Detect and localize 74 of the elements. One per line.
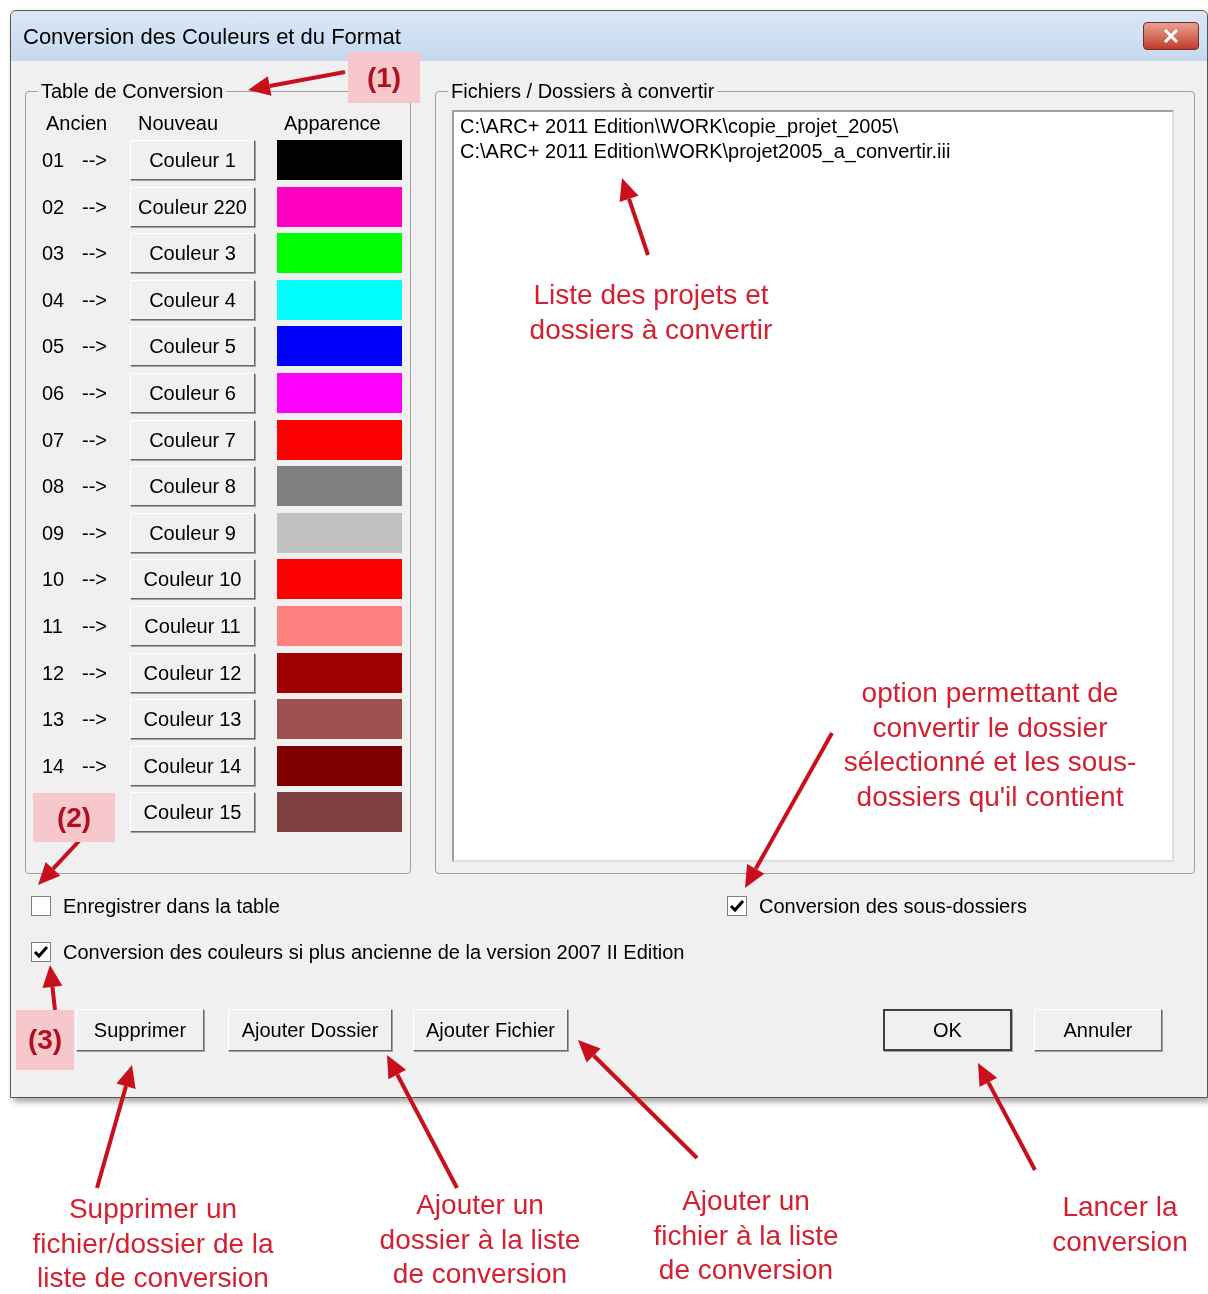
window-title: Conversion des Couleurs et du Format: [23, 22, 401, 51]
annotation-text: Supprimer un fichier/dossier de la liste de conversion: [32, 1192, 274, 1294]
index-label: 08: [42, 474, 66, 500]
arrow-label: -->: [82, 613, 108, 639]
color-button[interactable]: Couleur 6: [130, 372, 255, 413]
annotation-text: option permettant de convertir le dossier sélectionné et les sous- dossiers qu'il contient: [843, 676, 1137, 814]
index-label: 06: [42, 380, 66, 406]
color-button[interactable]: Couleur 5: [130, 326, 255, 367]
callout-number: (3): [16, 1010, 74, 1070]
group-title: Fichiers / Dossiers à convertir: [450, 79, 716, 104]
color-button[interactable]: Couleur 9: [130, 512, 255, 553]
dialog-button[interactable]: Ajouter Fichier: [413, 1009, 568, 1051]
callout-number: (1): [348, 52, 420, 103]
index-label: 03: [42, 241, 66, 267]
dialog-button[interactable]: Supprimer: [76, 1009, 204, 1051]
column-header: Apparence: [283, 111, 382, 136]
color-button[interactable]: Couleur 1: [130, 140, 255, 180]
group-title: Table de Conversion: [40, 79, 225, 104]
arrow-label: -->: [82, 474, 108, 500]
index-label: 07: [42, 427, 66, 453]
file-path: C:\ARC+ 2011 Edition\WORK\projet2005_a_convertir.iii: [460, 139, 952, 164]
arrow-label: -->: [82, 148, 108, 173]
index-label: 12: [42, 660, 66, 686]
arrow-label: -->: [82, 707, 108, 733]
close-icon: [1162, 29, 1180, 43]
color-button[interactable]: Couleur 11: [130, 605, 255, 646]
color-button[interactable]: Couleur 10: [130, 559, 255, 600]
index-label: 05: [42, 334, 66, 360]
arrow-label: -->: [82, 520, 108, 546]
color-button[interactable]: Couleur 13: [130, 699, 255, 740]
checkbox-label: Conversion des sous-dossiers: [759, 894, 1027, 919]
annotation-text: Ajouter un dossier à la liste de conversion: [379, 1188, 581, 1291]
color-button[interactable]: Couleur 15: [130, 792, 255, 833]
checkbox-label: Conversion des couleurs si plus ancienne de la version 2007 II Edition: [63, 940, 685, 965]
annotation-arrow: [42, 965, 63, 1011]
color-button[interactable]: Couleur 14: [130, 745, 255, 786]
arrow-label: -->: [82, 427, 108, 453]
annotation-text: Liste des projets et dossiers à convertir: [529, 278, 773, 347]
index-label: 02: [42, 194, 66, 220]
index-label: 14: [42, 753, 66, 779]
arrow-label: -->: [82, 660, 108, 686]
close-button[interactable]: [1143, 22, 1199, 50]
arrow-label: -->: [82, 567, 108, 593]
color-button[interactable]: Couleur 8: [130, 466, 255, 507]
color-button[interactable]: Couleur 3: [130, 233, 255, 274]
index-label: 11: [42, 613, 64, 639]
checkbox[interactable]: [31, 942, 51, 962]
annotation-text: Lancer la conversion: [1052, 1190, 1188, 1259]
column-header: Nouveau: [138, 111, 220, 136]
arrow-label: -->: [82, 194, 108, 220]
callout-number: (2): [33, 793, 115, 842]
checkbox[interactable]: [31, 896, 51, 916]
arrow-label: -->: [82, 334, 108, 360]
color-button[interactable]: Couleur 220: [130, 186, 255, 227]
index-label: 04: [42, 287, 66, 313]
dialog-button[interactable]: Annuler: [1034, 1009, 1162, 1051]
column-header: Ancien: [45, 111, 109, 136]
color-button[interactable]: Couleur 12: [130, 652, 255, 693]
arrow-label: -->: [82, 241, 108, 267]
index-label: 10: [42, 567, 66, 593]
annotation-text: Ajouter un fichier à la liste de conversion: [653, 1184, 839, 1287]
file-path: C:\ARC+ 2011 Edition\WORK\copie_projet_2005\: [460, 114, 900, 139]
index-label: 13: [42, 707, 66, 733]
checkbox-label: Enregistrer dans la table: [63, 894, 280, 919]
arrow-label: -->: [82, 753, 108, 779]
arrow-label: -->: [82, 287, 108, 313]
checkbox[interactable]: [727, 896, 747, 916]
arrow-label: -->: [82, 380, 108, 406]
color-button[interactable]: Couleur 4: [130, 279, 255, 320]
dialog-button[interactable]: Ajouter Dossier: [228, 1009, 392, 1051]
dialog-button[interactable]: OK: [883, 1009, 1012, 1051]
color-button[interactable]: Couleur 7: [130, 419, 255, 460]
index-label: 09: [42, 520, 66, 546]
index-label: 01: [42, 148, 66, 173]
